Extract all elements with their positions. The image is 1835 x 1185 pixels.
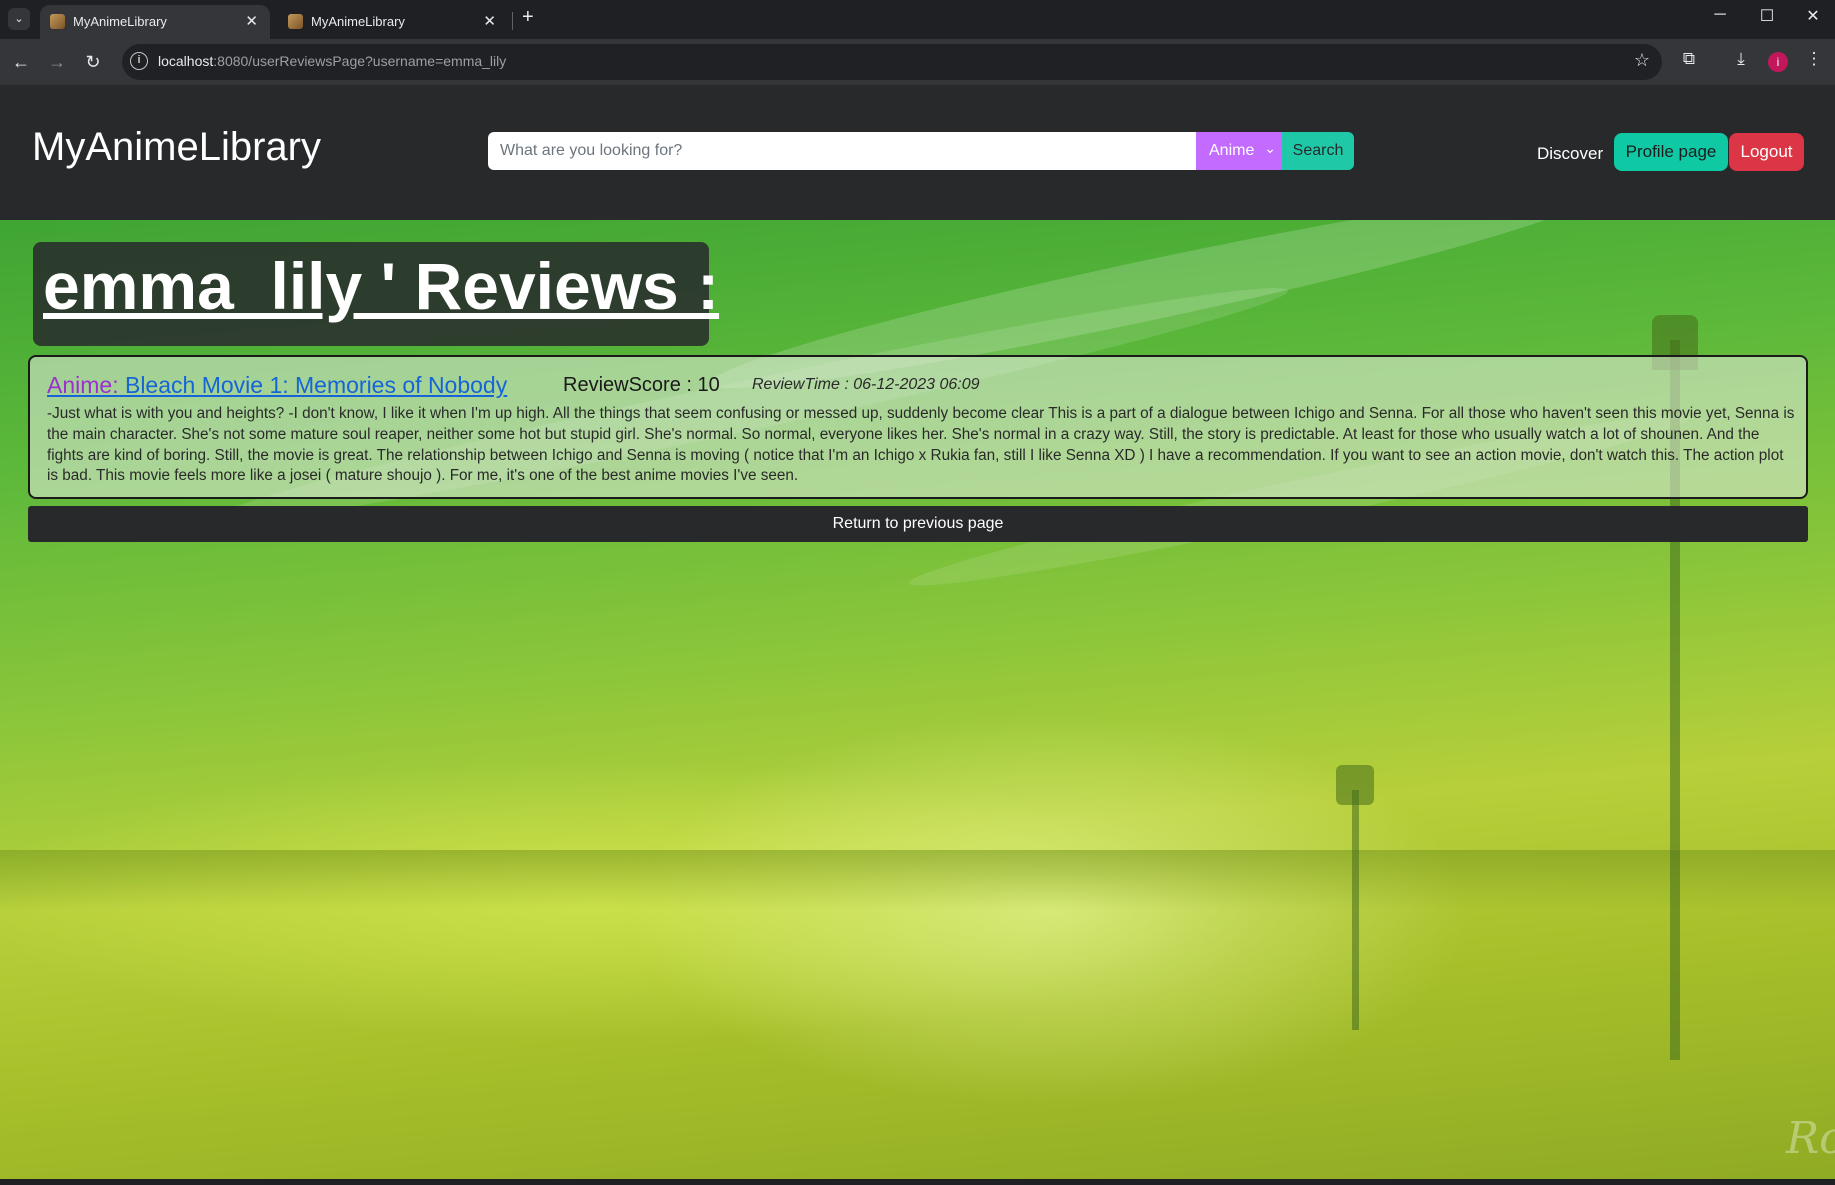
search-type-select[interactable]: Anime ⌄ xyxy=(1196,132,1282,170)
profile-page-button[interactable]: Profile page xyxy=(1614,133,1728,171)
profile-avatar[interactable]: i xyxy=(1768,52,1788,72)
review-text: -Just what is with you and heights? -I d… xyxy=(47,405,1795,485)
browser-menu-icon[interactable]: ⋮ xyxy=(1801,49,1827,69)
city-skyline xyxy=(0,850,1835,910)
return-previous-page-button[interactable]: Return to previous page xyxy=(28,506,1808,542)
search-button[interactable]: Search xyxy=(1282,132,1354,170)
review-card: Anime: Bleach Movie 1: Memories of Nobod… xyxy=(28,355,1808,499)
reload-icon[interactable]: ↻ xyxy=(80,49,106,75)
site-navbar: MyAnimeLibrary Anime ⌄ Search Discover P… xyxy=(0,85,1835,220)
page-viewport: MyAnimeLibrary Anime ⌄ Search Discover P… xyxy=(0,85,1835,1185)
browser-toolbar: ← → ↻ i localhost:8080/userReviewsPage?u… xyxy=(0,39,1835,85)
tab-title: MyAnimeLibrary xyxy=(311,14,405,29)
lamp-head xyxy=(1336,765,1374,805)
minimize-icon[interactable]: ─ xyxy=(1700,6,1740,24)
review-time: ReviewTime : 06-12-2023 06:09 xyxy=(752,376,980,393)
lamp-post xyxy=(1352,790,1359,1030)
page-title: emma_lily ' Reviews : xyxy=(43,249,720,323)
discover-link[interactable]: Discover xyxy=(1537,144,1603,164)
tab-close-icon[interactable]: ✕ xyxy=(483,12,496,30)
search-type-value: Anime xyxy=(1209,142,1255,159)
tab-title: MyAnimeLibrary xyxy=(73,14,167,29)
page-title-box: emma_lily ' Reviews : xyxy=(33,242,719,346)
search-input[interactable] xyxy=(488,132,1196,170)
review-anime-link[interactable]: Anime: Bleach Movie 1: Memories of Nobod… xyxy=(47,372,507,399)
browser-tab-inactive[interactable]: MyAnimeLibrary ✕ xyxy=(278,5,508,39)
new-tab-icon[interactable]: + xyxy=(522,6,534,29)
forward-icon[interactable]: → xyxy=(44,49,70,75)
page-bottom-strip xyxy=(0,1179,1835,1185)
tab-close-icon[interactable]: ✕ xyxy=(245,12,258,30)
browser-tab-active[interactable]: MyAnimeLibrary ✕ xyxy=(40,5,270,39)
logout-button[interactable]: Logout xyxy=(1729,133,1804,171)
extensions-icon[interactable]: ⧉ xyxy=(1676,49,1702,69)
review-type-prefix: Anime: xyxy=(47,372,119,398)
site-info-icon[interactable]: i xyxy=(130,52,148,70)
review-anime-title: Bleach Movie 1: Memories of Nobody xyxy=(124,372,508,398)
tab-search-icon[interactable]: ⌄ xyxy=(8,8,30,30)
address-bar[interactable]: i localhost:8080/userReviewsPage?usernam… xyxy=(122,44,1662,80)
url-text: localhost:8080/userReviewsPage?username=… xyxy=(158,53,507,69)
tab-separator xyxy=(512,12,513,30)
review-score: ReviewScore : 10 xyxy=(563,374,720,396)
maximize-icon[interactable]: ☐ xyxy=(1747,6,1787,26)
site-favicon-icon xyxy=(50,14,65,29)
chevron-down-icon: ⌄ xyxy=(1264,140,1276,156)
window-close-icon[interactable]: ✕ xyxy=(1793,6,1833,26)
browser-tab-bar: ⌄ MyAnimeLibrary ✕ MyAnimeLibrary ✕ + ─ … xyxy=(0,0,1835,39)
artist-signature-mark: Rc xyxy=(1786,1113,1835,1164)
site-favicon-icon xyxy=(288,14,303,29)
site-brand-logo[interactable]: MyAnimeLibrary xyxy=(32,125,321,170)
bookmark-star-icon[interactable]: ☆ xyxy=(1634,50,1650,71)
back-icon[interactable]: ← xyxy=(8,49,34,75)
download-icon[interactable]: ⤓ xyxy=(1728,49,1754,69)
